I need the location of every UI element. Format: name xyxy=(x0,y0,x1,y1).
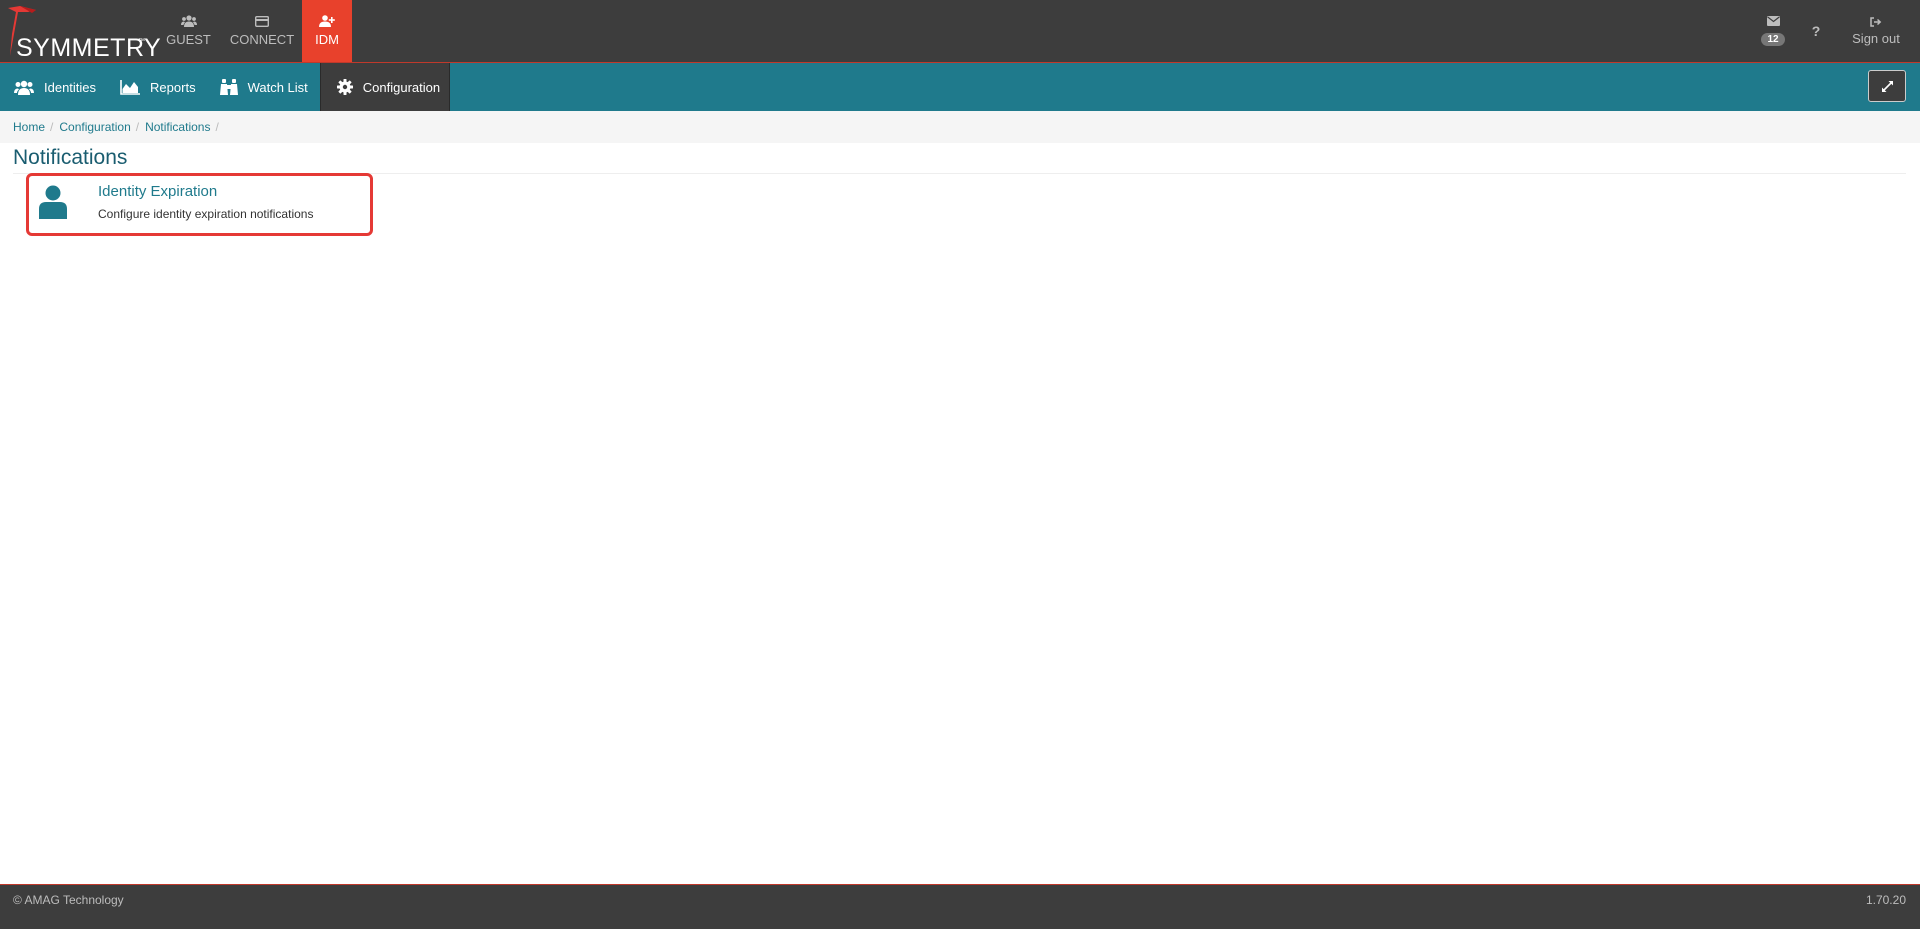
version-text: 1.70.20 xyxy=(1865,893,1906,907)
gear-icon xyxy=(336,79,353,95)
sign-out-button[interactable]: Sign out xyxy=(1836,16,1916,46)
breadcrumb-separator: / xyxy=(215,120,219,134)
main-nav: Identities Reports Watch List Configurat… xyxy=(0,63,1920,111)
nav-configuration[interactable]: Configuration xyxy=(319,63,451,111)
identity-expiration-card[interactable]: Identity Expiration Configure identity e… xyxy=(26,173,373,236)
nav-identities[interactable]: Identities xyxy=(0,63,106,111)
symmetry-logo[interactable]: SYMMETRY ™ xyxy=(6,4,161,62)
user-plus-icon xyxy=(319,15,335,27)
breadcrumb-separator: / xyxy=(50,120,54,134)
app-connect-label: CONNECT xyxy=(229,31,295,47)
breadcrumb-separator: / xyxy=(135,120,140,134)
users-icon xyxy=(180,15,197,27)
footer: © AMAG Technology 1.70.20 xyxy=(0,884,1920,929)
binoculars-icon xyxy=(219,79,238,95)
app-idm[interactable]: IDM xyxy=(302,0,352,62)
user-icon xyxy=(39,185,67,219)
card-description: Configure identity expiration notificati… xyxy=(98,207,314,221)
nav-configuration-label: Configuration xyxy=(362,79,441,95)
nav-identities-label: Identities xyxy=(44,79,97,95)
nav-watch-list-label: Watch List xyxy=(247,79,308,95)
breadcrumb-configuration[interactable]: Configuration xyxy=(59,120,130,134)
sign-out-icon xyxy=(1870,16,1882,27)
app-idm-label: IDM xyxy=(315,32,339,47)
app-connect[interactable]: CONNECT xyxy=(222,0,302,62)
top-right-controls: 12 ? Sign out xyxy=(1750,0,1920,62)
area-chart-icon xyxy=(120,79,141,95)
app-guest[interactable]: GUEST xyxy=(155,0,222,62)
page-title: Notifications xyxy=(13,146,128,169)
nav-watch-list[interactable]: Watch List xyxy=(206,63,318,111)
fullscreen-button[interactable] xyxy=(1868,70,1906,102)
sign-out-label: Sign out xyxy=(1852,30,1900,46)
envelope-icon xyxy=(1766,16,1780,26)
breadcrumb-home[interactable]: Home xyxy=(13,120,45,134)
trademark-mark: ™ xyxy=(138,38,145,45)
breadcrumb: Home / Configuration / Notifications / xyxy=(0,111,1920,143)
credit-card-icon xyxy=(255,15,269,27)
nav-reports-label: Reports xyxy=(150,79,196,95)
help-icon: ? xyxy=(1811,23,1821,39)
top-bar: SYMMETRY ™ GUEST CONNECT IDM 12 ? Sign o… xyxy=(0,0,1920,63)
message-count-badge: 12 xyxy=(1761,33,1785,46)
users-icon xyxy=(14,80,34,95)
breadcrumb-notifications[interactable]: Notifications xyxy=(145,120,210,134)
expand-icon xyxy=(1881,80,1893,92)
app-switcher: GUEST CONNECT IDM xyxy=(155,0,352,62)
nav-reports[interactable]: Reports xyxy=(106,63,206,111)
copyright-text: © AMAG Technology xyxy=(13,893,124,907)
card-title: Identity Expiration xyxy=(98,183,218,200)
app-guest-label: GUEST xyxy=(166,32,211,47)
messages-button[interactable]: 12 xyxy=(1750,16,1796,46)
help-button[interactable]: ? xyxy=(1796,23,1836,39)
